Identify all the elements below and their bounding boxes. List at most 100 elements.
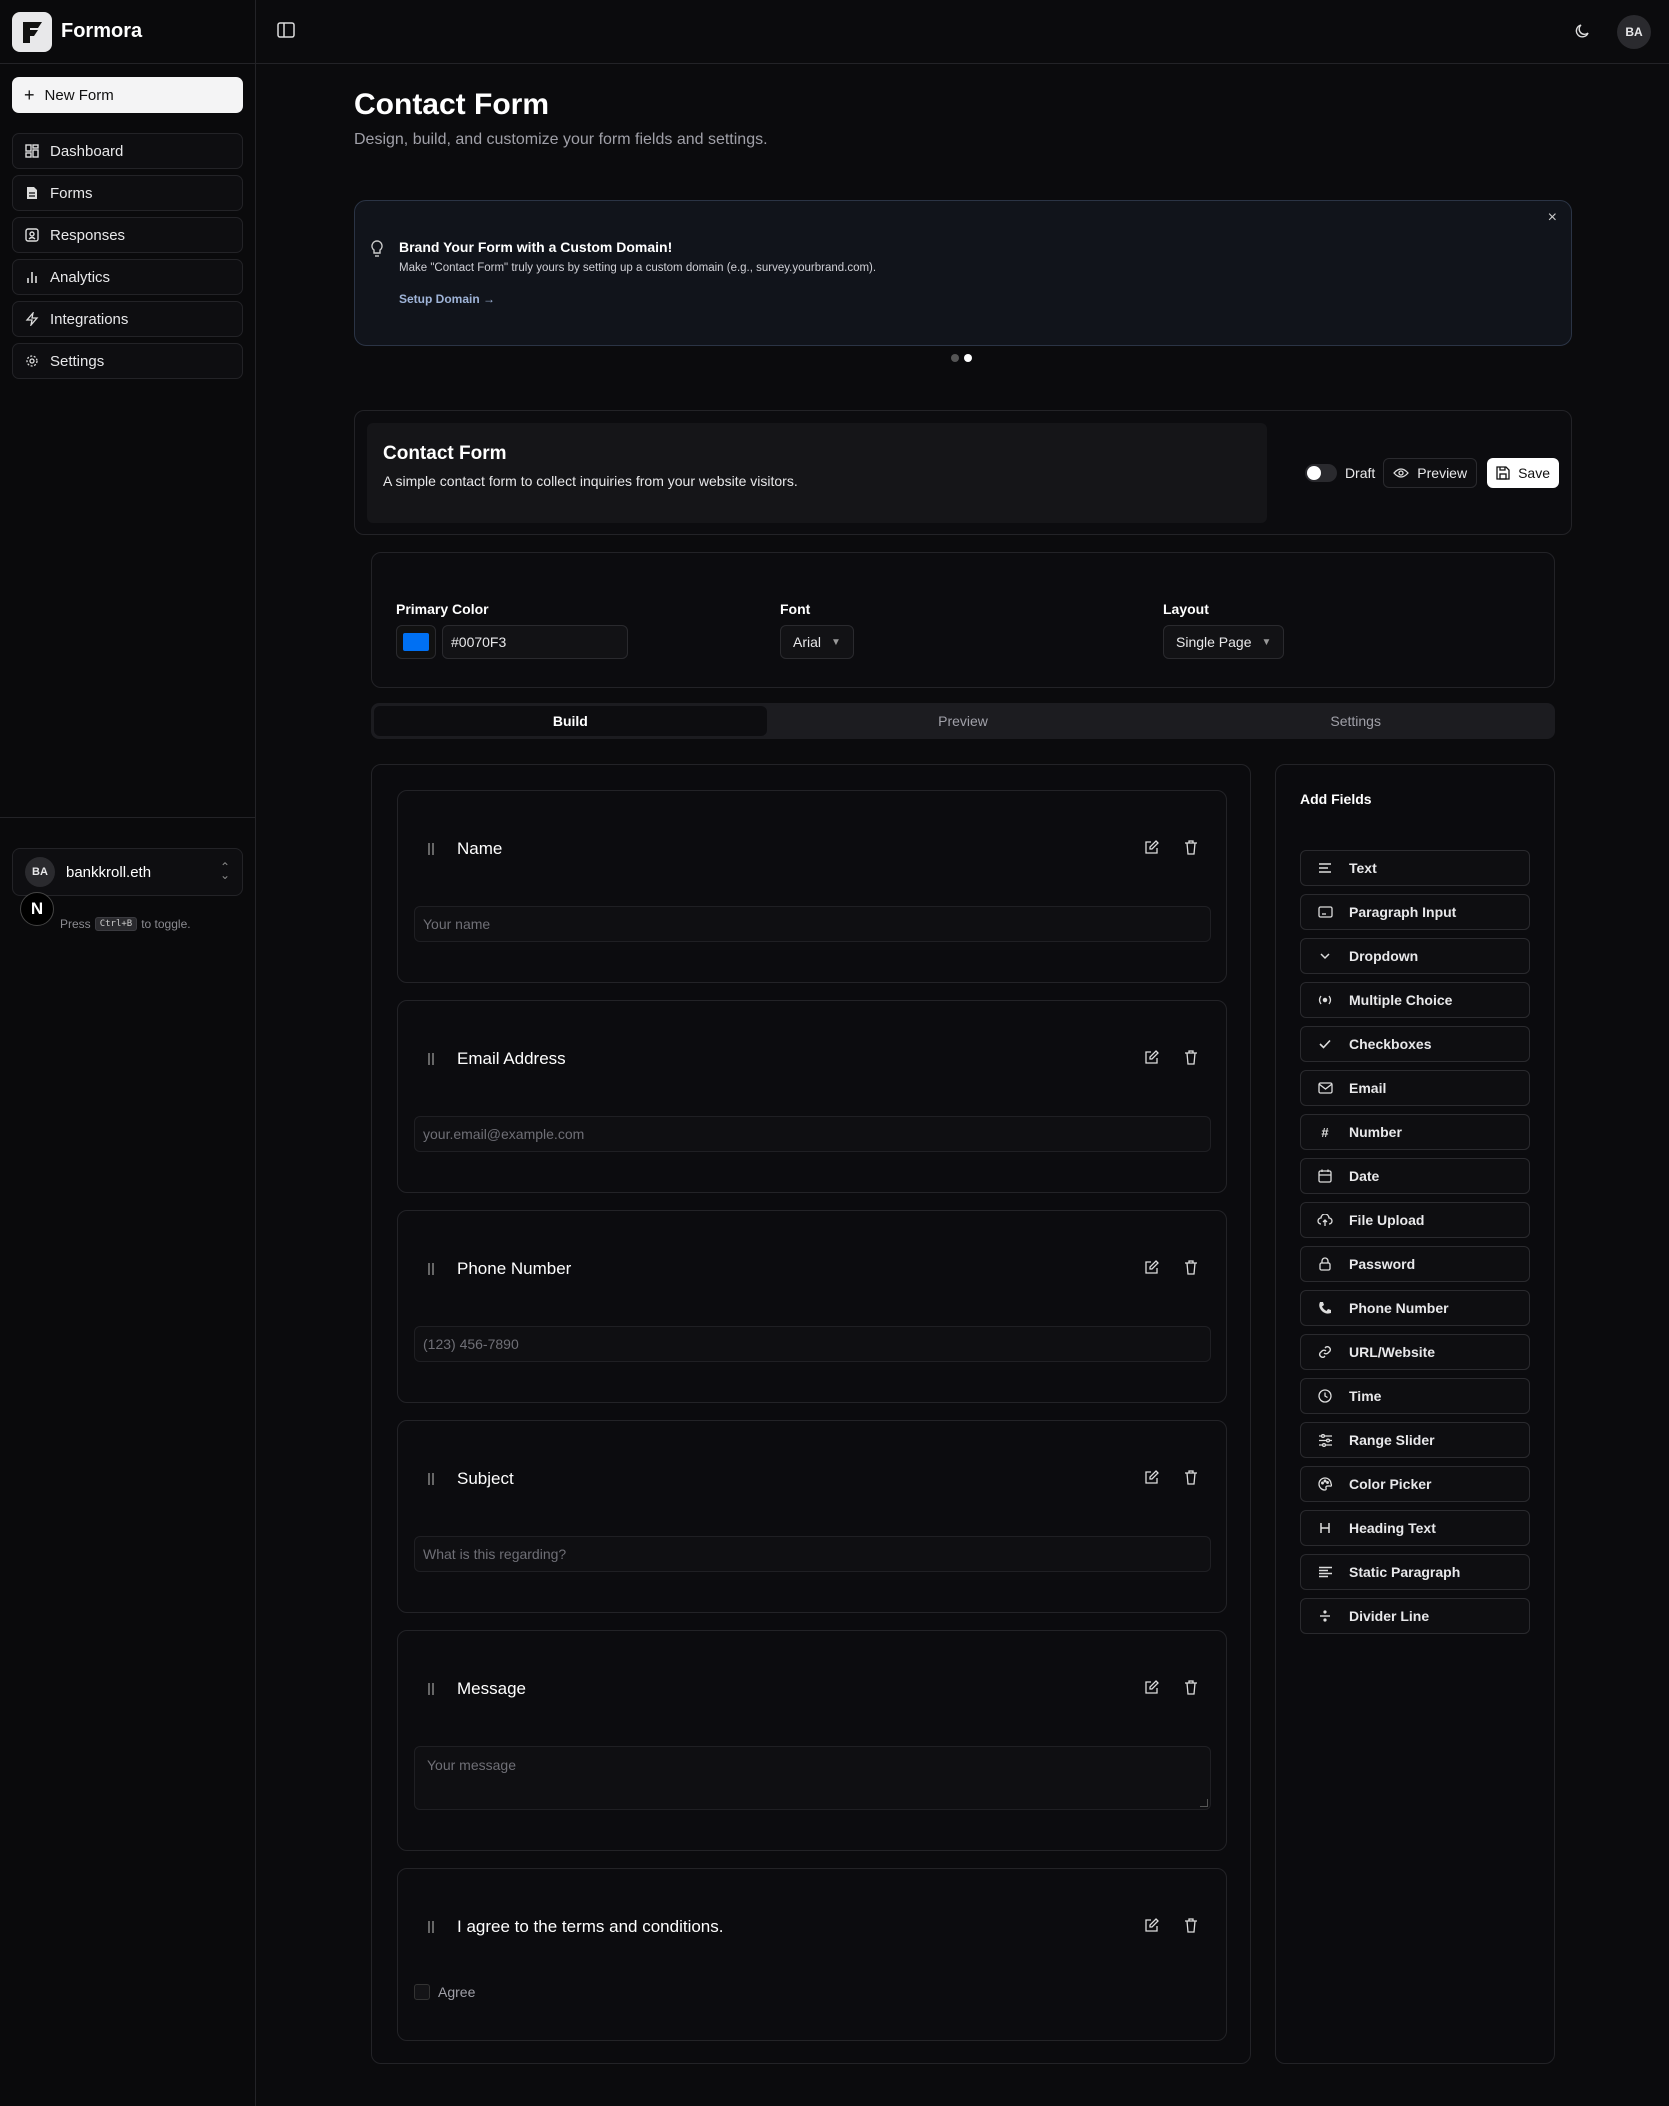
sidebar-divider [0,817,256,818]
add-field-heading[interactable]: Heading Text [1300,1510,1530,1546]
sidebar-item-settings[interactable]: Settings [12,343,243,379]
add-field-password[interactable]: Password [1300,1246,1530,1282]
color-swatch-button[interactable] [396,625,436,659]
layout-group: Layout Single Page ▼ [1163,601,1285,659]
brand[interactable]: Formora [0,0,255,64]
add-field-dropdown[interactable]: Dropdown [1300,938,1530,974]
lightbulb-icon [369,239,385,264]
edit-icon[interactable] [1144,839,1160,860]
form-description[interactable]: A simple contact form to collect inquiri… [383,473,798,489]
layout-select[interactable]: Single Page ▼ [1163,625,1285,659]
close-icon[interactable]: × [1548,209,1557,227]
add-field-text[interactable]: Text [1300,850,1530,886]
theme-settings-card: Primary Color Font Arial ▼ Layout Single… [371,552,1555,688]
field-card-message[interactable]: Message Your message [397,1630,1227,1851]
color-swatch [403,633,429,651]
trash-icon[interactable] [1184,1917,1198,1938]
preview-button[interactable]: Preview [1383,458,1478,488]
drag-handle-icon[interactable] [428,1473,436,1485]
page-title: Contact Form [354,88,549,121]
add-field-file-upload[interactable]: File Upload [1300,1202,1530,1238]
add-field-divider[interactable]: Divider Line [1300,1598,1530,1634]
field-card-name[interactable]: Name Your name [397,790,1227,983]
banner-text: Make "Contact Form" truly yours by setti… [399,262,877,274]
trash-icon[interactable] [1184,1049,1198,1070]
draft-label: Draft [1344,465,1376,481]
field-card-subject[interactable]: Subject What is this regarding? [397,1420,1227,1613]
next-badge-icon[interactable]: N [20,892,54,926]
drag-handle-icon[interactable] [428,843,436,855]
drag-handle-icon[interactable] [428,1053,436,1065]
trash-icon[interactable] [1184,1259,1198,1280]
sidebar-item-responses[interactable]: Responses [12,217,243,253]
add-field-multiple-choice[interactable]: Multiple Choice [1300,982,1530,1018]
edit-icon[interactable] [1144,1469,1160,1490]
carousel-dot[interactable] [951,354,959,362]
user-switcher[interactable]: BA bankkroll.eth ⌃ ⌄ [12,848,243,896]
upload-cloud-icon [1317,1212,1333,1228]
field-label: Subject [457,1469,514,1488]
layout-label: Layout [1163,601,1209,617]
field-preview-textarea: Your message [414,1746,1211,1810]
draft-toggle[interactable] [1304,464,1337,482]
sidebar-toggle-hint: Press Ctrl+B to toggle. [60,917,191,931]
edit-icon[interactable] [1144,1917,1160,1938]
field-type-label: Password [1349,1256,1416,1272]
carousel-dot-active[interactable] [964,354,972,362]
sidebar-item-label: Dashboard [50,142,124,160]
sidebar-item-dashboard[interactable]: Dashboard [12,133,243,169]
field-type-label: URL/Website [1349,1344,1436,1360]
field-preview-input: your.email@example.com [414,1116,1211,1152]
form-title[interactable]: Contact Form [383,443,507,465]
inbox-icon [24,227,40,243]
edit-icon[interactable] [1144,1049,1160,1070]
sidebar-item-integrations[interactable]: Integrations [12,301,243,337]
field-card-terms[interactable]: I agree to the terms and conditions. Agr… [397,1868,1227,2041]
trash-icon[interactable] [1184,839,1198,860]
add-field-static-paragraph[interactable]: Static Paragraph [1300,1554,1530,1590]
add-field-time[interactable]: Time [1300,1378,1530,1414]
trash-icon[interactable] [1184,1679,1198,1700]
sidebar-toggle-icon[interactable] [276,20,298,42]
trash-icon[interactable] [1184,1469,1198,1490]
drag-handle-icon[interactable] [428,1921,436,1933]
drag-handle-icon[interactable] [428,1683,436,1695]
tab-settings[interactable]: Settings [1159,706,1552,736]
add-field-date[interactable]: Date [1300,1158,1530,1194]
field-label: Name [457,839,503,858]
setup-domain-link[interactable]: Setup Domain → [399,292,495,306]
sidebar-item-label: Forms [50,184,93,202]
add-field-paragraph[interactable]: Paragraph Input [1300,894,1530,930]
avatar[interactable]: BA [1617,15,1651,49]
tab-build[interactable]: Build [374,706,767,736]
tab-preview[interactable]: Preview [767,706,1160,736]
mail-icon [1317,1080,1333,1096]
field-preview-input: What is this regarding? [414,1536,1211,1572]
field-type-label: Divider Line [1349,1608,1430,1624]
add-field-email[interactable]: Email [1300,1070,1530,1106]
drag-handle-icon[interactable] [428,1263,436,1275]
edit-icon[interactable] [1144,1679,1160,1700]
form-header-card: Contact Form A simple contact form to co… [354,410,1572,535]
sidebar-item-forms[interactable]: Forms [12,175,243,211]
field-card-phone[interactable]: Phone Number (123) 456-7890 [397,1210,1227,1403]
add-field-checkboxes[interactable]: Checkboxes [1300,1026,1530,1062]
add-field-number[interactable]: # Number [1300,1114,1530,1150]
sidebar-item-analytics[interactable]: Analytics [12,259,243,295]
add-field-range-slider[interactable]: Range Slider [1300,1422,1530,1458]
moon-icon[interactable] [1574,22,1592,45]
primary-color-input[interactable] [442,625,628,659]
field-type-label: Time [1349,1388,1382,1404]
new-form-button[interactable]: + New Form [12,77,243,113]
add-field-phone[interactable]: Phone Number [1300,1290,1530,1326]
edit-icon[interactable] [1144,1259,1160,1280]
field-card-email[interactable]: Email Address your.email@example.com [397,1000,1227,1193]
agree-checkbox-row: Agree [414,1984,475,2000]
font-select[interactable]: Arial ▼ [780,625,854,659]
zap-icon [24,311,40,327]
form-title-editor[interactable]: Contact Form A simple contact form to co… [367,423,1267,523]
add-field-color-picker[interactable]: Color Picker [1300,1466,1530,1502]
save-button[interactable]: Save [1487,458,1559,488]
add-field-url[interactable]: URL/Website [1300,1334,1530,1370]
text-lines-icon [1317,860,1333,876]
